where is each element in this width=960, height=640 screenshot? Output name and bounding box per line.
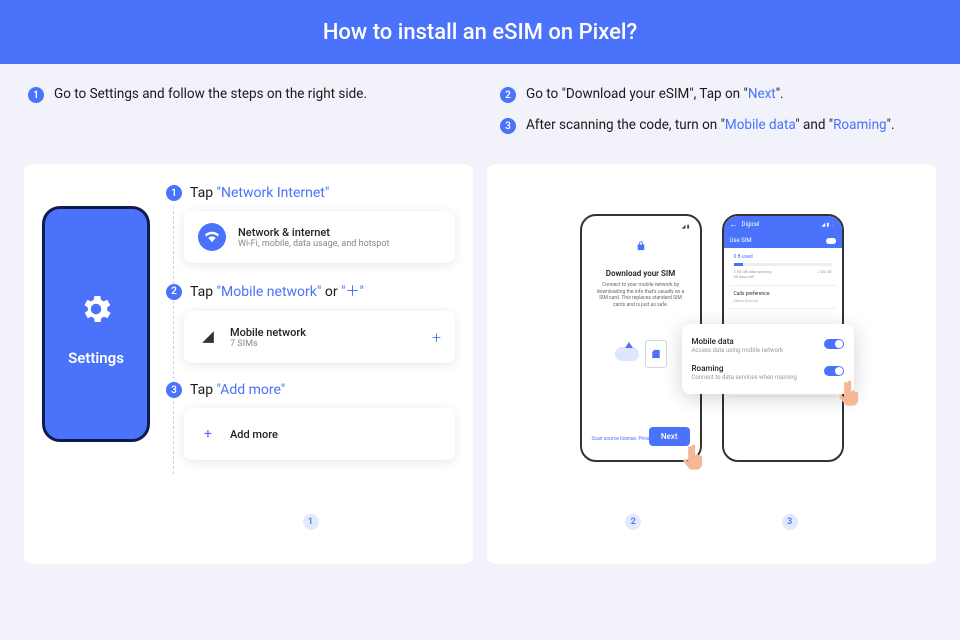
- instructions-right: 2 Go to "Download your eSIM", Tap on "Ne…: [500, 86, 932, 148]
- page-header: How to install an eSIM on Pixel?: [0, 0, 960, 64]
- mobile-data-toggle[interactable]: [824, 339, 844, 349]
- step-2: 2 Tap "Mobile network" or "＋" Mobile net…: [166, 281, 455, 363]
- download-illustration: [588, 340, 694, 368]
- step-label: 3 Tap "Add more": [166, 381, 455, 398]
- roaming-toggle[interactable]: [824, 366, 844, 376]
- instructions-left: 1 Go to Settings and follow the steps on…: [28, 86, 460, 148]
- usage-bar: [734, 263, 832, 266]
- top-instructions: 1 Go to Settings and follow the steps on…: [0, 64, 960, 164]
- page-title: How to install an eSIM on Pixel?: [323, 20, 637, 45]
- panel-footer: 1: [166, 514, 455, 530]
- card-title: Network & internet: [238, 226, 389, 239]
- lock-icon: [588, 236, 694, 255]
- carrier-name: Digicel: [742, 221, 760, 228]
- calls-preference-row[interactable]: Calls preference China Unicom: [730, 286, 836, 309]
- status-icons: ◢ ▮ ⋮: [821, 222, 835, 228]
- sim-settings-phone: ← Digicel ◢ ▮ ⋮ Use SIM 0 B used 2.00 GB…: [722, 214, 844, 462]
- gear-icon: [68, 281, 124, 337]
- wifi-icon: [198, 223, 226, 251]
- instruction-text: Go to "Download your eSIM", Tap on "Next…: [526, 86, 784, 102]
- step-badge: 3: [166, 382, 182, 398]
- instruction-row: 3 After scanning the code, turn on "Mobi…: [500, 117, 932, 134]
- usage-label: 0 B used: [734, 254, 832, 260]
- sim-card-icon: [645, 340, 667, 368]
- panel-footer: 2 3: [505, 514, 918, 530]
- instruction-row: 1 Go to Settings and follow the steps on…: [28, 86, 460, 103]
- pointer-hand-icon: [836, 380, 864, 408]
- use-sim-row[interactable]: Use SIM: [724, 233, 842, 248]
- back-icon[interactable]: ←: [730, 220, 738, 229]
- download-sim-desc: Connect to your mobile network by downlo…: [588, 278, 694, 312]
- step-badge: 1: [166, 185, 182, 201]
- card-title: Add more: [230, 428, 278, 441]
- data-usage: 0 B used 2.00 GB data warning 2.00 GB 30…: [730, 248, 836, 286]
- add-more-card[interactable]: + Add more: [184, 408, 455, 460]
- card-subtitle: 7 SIMs: [230, 339, 306, 349]
- cloud-icon: [615, 347, 639, 361]
- step-badge: 3: [500, 118, 516, 134]
- card-title: Mobile network: [230, 326, 306, 339]
- download-sim-title: Download your SIM: [588, 269, 694, 278]
- instruction-text: After scanning the code, turn on "Mobile…: [526, 117, 895, 133]
- footer-badge: 3: [782, 514, 798, 530]
- panel-phone-screens: ◢ ▮ Download your SIM Connect to your mo…: [487, 164, 936, 564]
- step-badge: 1: [28, 87, 44, 103]
- instruction-row: 2 Go to "Download your eSIM", Tap on "Ne…: [500, 86, 932, 103]
- roaming-row[interactable]: Roaming Connect to data services when ro…: [692, 359, 844, 386]
- panels: Settings 1 Tap "Network Internet" Networ…: [0, 164, 960, 564]
- toggles-popup: Mobile data Access data using mobile net…: [682, 324, 854, 394]
- footer-badge: 2: [625, 514, 641, 530]
- plus-icon[interactable]: +: [432, 328, 441, 347]
- panel-settings-steps: Settings 1 Tap "Network Internet" Networ…: [24, 164, 473, 564]
- step-badge: 2: [166, 284, 182, 300]
- connector-line: [173, 206, 174, 474]
- settings-phone: Settings: [42, 206, 150, 442]
- instruction-text: Go to Settings and follow the steps on t…: [54, 86, 367, 102]
- footer-badge: 1: [303, 514, 319, 530]
- steps-column: 1 Tap "Network Internet" Network & inter…: [166, 184, 455, 544]
- plus-icon: +: [198, 420, 218, 448]
- phone-header: ← Digicel ◢ ▮ ⋮: [724, 216, 842, 233]
- mobile-data-row[interactable]: Mobile data Access data using mobile net…: [692, 332, 844, 359]
- step-1: 1 Tap "Network Internet" Network & inter…: [166, 184, 455, 263]
- pointer-hand-icon: [680, 444, 708, 472]
- network-internet-card[interactable]: Network & internet Wi-Fi, mobile, data u…: [184, 211, 455, 263]
- card-subtitle: Wi-Fi, mobile, data usage, and hotspot: [238, 239, 389, 249]
- step-label: 2 Tap "Mobile network" or "＋": [166, 281, 455, 301]
- signal-icon: [198, 323, 218, 351]
- step-label: 1 Tap "Network Internet": [166, 184, 455, 201]
- settings-label: Settings: [68, 349, 124, 367]
- step-badge: 2: [500, 87, 516, 103]
- step-3: 3 Tap "Add more" + Add more: [166, 381, 455, 460]
- status-bar: ◢ ▮: [588, 222, 694, 232]
- use-sim-toggle[interactable]: [826, 238, 836, 244]
- mobile-network-card[interactable]: Mobile network 7 SIMs +: [184, 311, 455, 363]
